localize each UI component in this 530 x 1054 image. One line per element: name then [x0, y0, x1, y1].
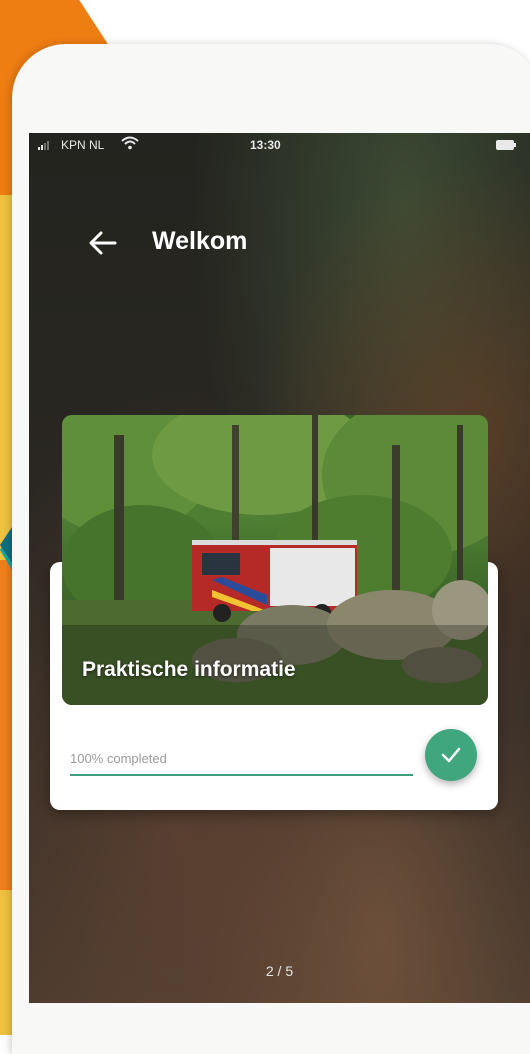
- card-image[interactable]: Praktische informatie: [62, 415, 488, 705]
- wifi-icon: [121, 136, 139, 150]
- back-button[interactable]: [87, 229, 119, 257]
- page-indicator: 2 / 5: [265, 963, 294, 979]
- completed-status-button[interactable]: [425, 729, 477, 781]
- app-screen: KPN NL 13:30 Welkom Praktische informati…: [29, 133, 530, 1003]
- clock: 13:30: [250, 138, 281, 152]
- progress-bar: [70, 774, 413, 776]
- progress-label: 100% completed: [70, 751, 167, 766]
- carrier-name: KPN NL: [61, 138, 105, 152]
- signal-icon: [38, 141, 49, 150]
- card-title: Praktische informatie: [82, 658, 296, 681]
- checkmark-icon: [441, 747, 461, 763]
- status-bar: KPN NL 13:30: [29, 133, 530, 159]
- battery-icon: [496, 140, 516, 150]
- page-title: Welkom: [152, 227, 248, 255]
- arrow-left-icon: [89, 231, 117, 255]
